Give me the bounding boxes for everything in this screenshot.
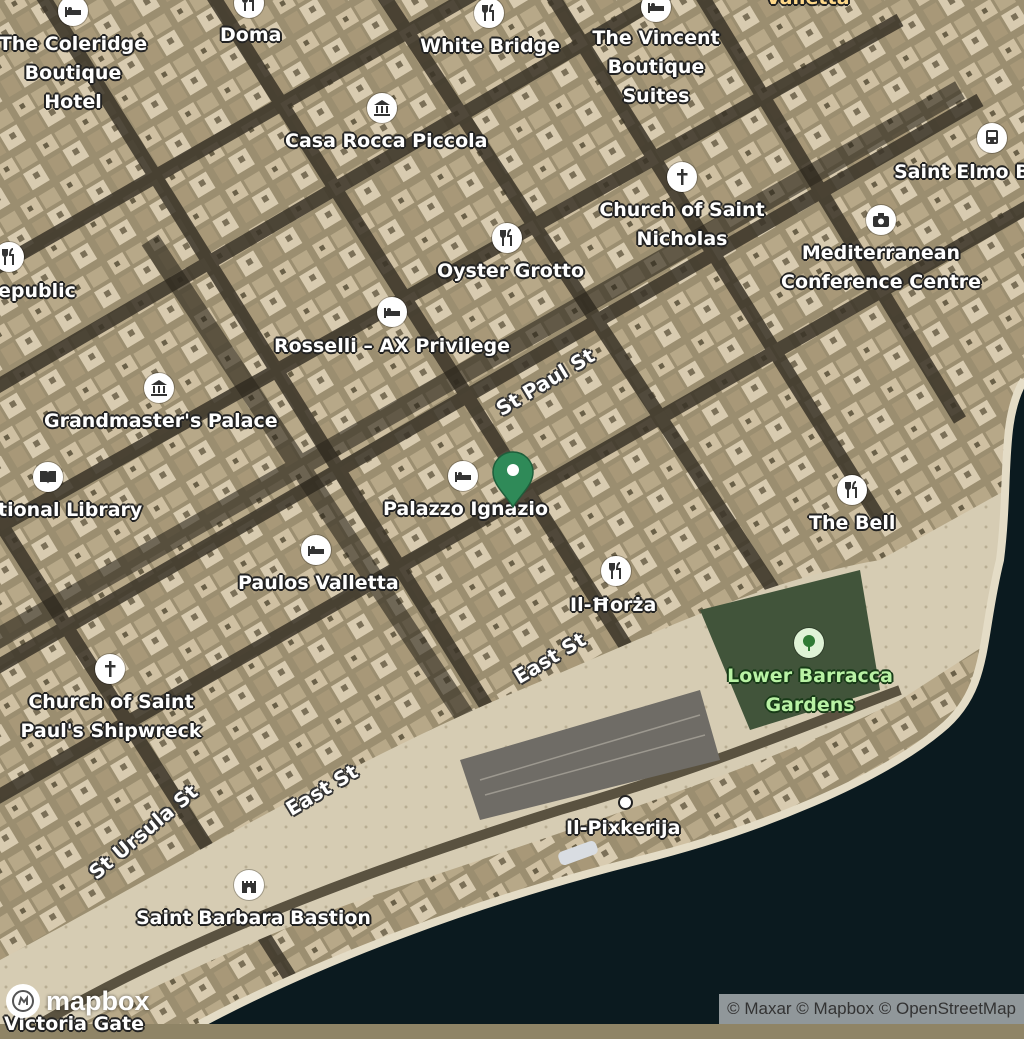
place-label-valletta: Valletta [766,0,849,13]
poi-label: The Vincent Boutique Suites [592,27,720,107]
poi-label: Paulos Valletta [238,572,399,594]
park-icon [794,628,824,658]
restaurant-icon [837,475,867,505]
map-attribution[interactable]: © Maxar © Mapbox © OpenStreetMap [719,994,1024,1024]
poi-label: Il-Pixkerija [566,817,681,839]
poi-label: Saint Elmo B [894,161,1024,183]
poi-label: Church of Saint Nicholas [599,199,765,250]
restaurant-icon [492,223,522,253]
camera-icon [866,205,896,235]
poi-label: The Coleridge Boutique Hotel [0,33,148,113]
castle-icon [234,870,264,900]
church-icon [95,654,125,684]
museum-icon [144,373,174,403]
hotel-icon [377,297,407,327]
poi-label: Grandmaster's Palace [44,410,278,432]
restaurant-icon [601,556,631,586]
poi-label: Oyster Grotto [437,260,585,282]
poi-label: The Bell [809,512,896,534]
mapbox-logo[interactable]: mapbox [6,984,150,1018]
poi-label: Saint Barbara Bastion [136,907,371,929]
poi-label: Mediterranean Conference Centre [781,242,981,293]
mapbox-logo-icon [6,984,40,1018]
poi-label: Il-Ħorża [570,594,657,616]
poi-label: tional Library [0,499,143,521]
poi-label: Doma [220,24,282,46]
poi-label: epublic [0,280,76,302]
location-pin-icon[interactable] [490,450,536,508]
dot-icon [620,797,631,808]
mapbox-wordmark: mapbox [46,985,150,1016]
hotel-icon [448,461,478,491]
poi-label: White Bridge [420,35,561,57]
church-icon [667,162,697,192]
poi-label: Casa Rocca Piccola [285,130,488,152]
bus-icon [977,123,1007,153]
library-icon [33,462,63,492]
poi-label: Lower Barracca Gardens [727,665,893,716]
museum-icon [367,93,397,123]
poi-label: Church of Saint Paul's Shipwreck [20,691,202,742]
poi-label: Rosselli – AX Privilege [274,335,511,357]
hotel-icon [301,535,331,565]
